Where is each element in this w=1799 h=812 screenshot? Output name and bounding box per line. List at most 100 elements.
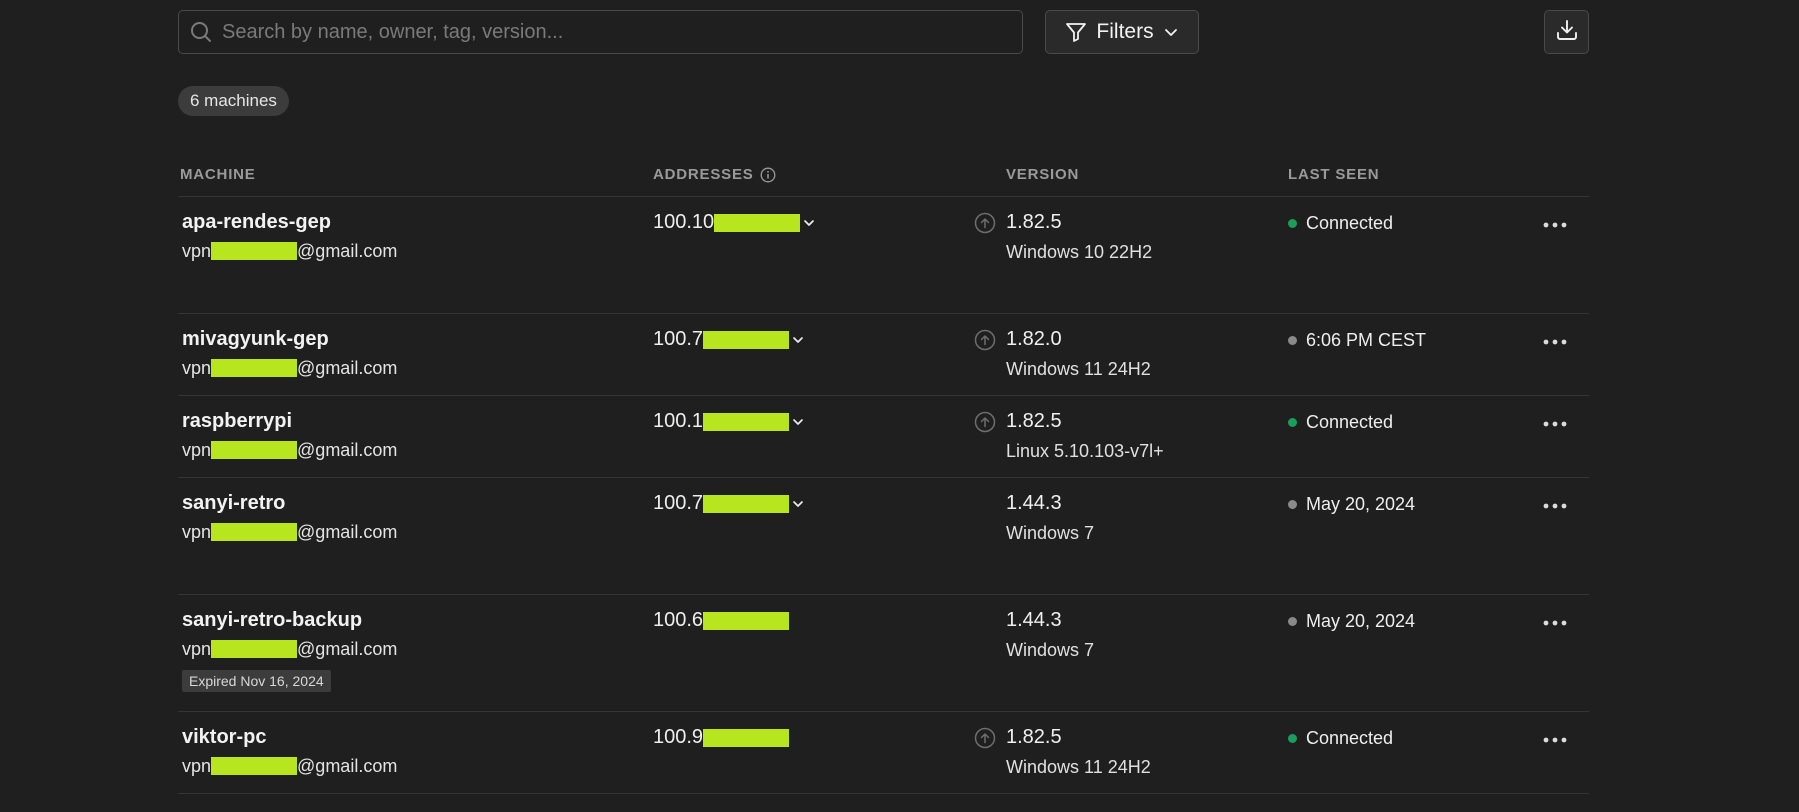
- chevron-down-icon[interactable]: [791, 415, 805, 429]
- machine-address[interactable]: 100.7: [653, 328, 805, 351]
- column-header-last-seen[interactable]: LAST SEEN: [1288, 166, 1379, 183]
- table-row[interactable]: viktor-pc vpn @gmail.com 100.9 1.82.5 Win…: [178, 712, 1589, 794]
- more-options-button[interactable]: [1540, 729, 1570, 749]
- last-seen-text: Connected: [1306, 213, 1394, 233]
- machine-cell: mivagyunk-gep vpn @gmail.com: [182, 328, 397, 379]
- row-menu-cell: [1540, 413, 1570, 433]
- table-row[interactable]: raspberrypi vpn @gmail.com 100.1 1.82.5 L…: [178, 396, 1589, 478]
- export-button[interactable]: [1544, 10, 1589, 54]
- row-menu-cell: [1540, 495, 1570, 515]
- address-prefix: 100.7: [653, 492, 704, 514]
- last-seen-cell: Connected: [1288, 728, 1393, 749]
- table-row[interactable]: sanyi-retro-backup vpn @gmail.com Expired…: [178, 595, 1589, 712]
- update-cell: [974, 329, 996, 356]
- more-options-button[interactable]: [1540, 495, 1570, 515]
- more-horizontal-icon: [1543, 613, 1567, 631]
- owner-suffix: @gmail.com: [297, 522, 398, 542]
- chevron-down-icon[interactable]: [802, 216, 816, 230]
- address-prefix: 100.10: [653, 211, 715, 233]
- column-header-addresses[interactable]: ADDRESSES: [653, 166, 776, 183]
- column-header-machine[interactable]: MACHINE: [180, 166, 256, 183]
- machine-name[interactable]: viktor-pc: [182, 726, 397, 749]
- machine-cell: apa-rendes-gep vpn @gmail.com: [182, 211, 397, 262]
- machine-address[interactable]: 100.9: [653, 726, 790, 749]
- more-options-button[interactable]: [1540, 214, 1570, 234]
- redaction-mark: [703, 611, 790, 630]
- machine-address[interactable]: 100.1: [653, 410, 805, 433]
- update-available-icon[interactable]: [974, 329, 996, 355]
- status-dot: [1288, 734, 1297, 743]
- column-header-version[interactable]: VERSION: [1006, 166, 1079, 183]
- redaction-mark: [211, 757, 298, 775]
- machine-owner: vpn @gmail.com: [182, 358, 397, 379]
- machine-address[interactable]: 100.6: [653, 609, 790, 632]
- update-available-icon[interactable]: [974, 411, 996, 437]
- os-version: Linux 5.10.103-v7l+: [1006, 441, 1164, 461]
- more-horizontal-icon: [1543, 496, 1567, 514]
- row-menu-cell: [1540, 331, 1570, 351]
- machine-address[interactable]: 100.10: [653, 211, 816, 234]
- owner-suffix: @gmail.com: [297, 440, 398, 460]
- os-version: Windows 11 24H2: [1006, 359, 1151, 379]
- update-cell: [974, 212, 996, 239]
- more-options-button[interactable]: [1540, 612, 1570, 632]
- machine-name[interactable]: sanyi-retro-backup: [182, 609, 397, 632]
- machine-name[interactable]: mivagyunk-gep: [182, 328, 397, 351]
- filters-label: Filters: [1096, 20, 1154, 43]
- chevron-down-icon[interactable]: [791, 497, 805, 511]
- machine-count-badge: 6 machines: [178, 86, 289, 116]
- table-row[interactable]: mivagyunk-gep vpn @gmail.com 100.7 1.82.0…: [178, 314, 1589, 396]
- redaction-mark: [703, 412, 790, 431]
- filters-button[interactable]: Filters: [1045, 10, 1199, 54]
- search-box[interactable]: [178, 10, 1023, 54]
- address-cell: 100.1: [653, 410, 805, 433]
- search-icon: [190, 21, 212, 43]
- owner-suffix: @gmail.com: [297, 639, 398, 659]
- table-row[interactable]: sanyi-retro vpn @gmail.com 100.7 1.44.3 W…: [178, 478, 1589, 595]
- owner-suffix: @gmail.com: [297, 241, 398, 261]
- last-seen-text: Connected: [1306, 412, 1394, 432]
- chevron-down-icon: [1163, 24, 1179, 40]
- more-options-button[interactable]: [1540, 413, 1570, 433]
- last-seen-status: Connected: [1288, 728, 1393, 749]
- more-horizontal-icon: [1543, 414, 1567, 432]
- last-seen-cell: May 20, 2024: [1288, 494, 1415, 515]
- version-cell: 1.82.5 Windows 10 22H2: [1006, 211, 1152, 263]
- os-version: Windows 11 24H2: [1006, 757, 1151, 777]
- last-seen-status: May 20, 2024: [1288, 611, 1415, 632]
- last-seen-status: May 20, 2024: [1288, 494, 1415, 515]
- last-seen-cell: Connected: [1288, 412, 1393, 433]
- status-dot: [1288, 219, 1297, 228]
- search-input[interactable]: [220, 19, 1022, 45]
- filter-icon: [1065, 21, 1087, 43]
- machine-cell: raspberrypi vpn @gmail.com: [182, 410, 397, 461]
- status-dot: [1288, 617, 1297, 626]
- owner-prefix: vpn: [182, 241, 212, 261]
- status-dot: [1288, 418, 1297, 427]
- machine-name[interactable]: raspberrypi: [182, 410, 397, 433]
- table-row[interactable]: apa-rendes-gep vpn @gmail.com 100.10 1.82…: [178, 197, 1589, 314]
- row-menu-cell: [1540, 214, 1570, 234]
- info-icon[interactable]: [760, 167, 776, 183]
- address-cell: 100.6: [653, 609, 790, 632]
- last-seen-text: May 20, 2024: [1306, 494, 1416, 514]
- more-options-button[interactable]: [1540, 331, 1570, 351]
- update-available-icon[interactable]: [974, 727, 996, 753]
- client-version: 1.82.5: [1006, 211, 1062, 233]
- machine-name[interactable]: sanyi-retro: [182, 492, 397, 515]
- last-seen-text: Connected: [1306, 728, 1394, 748]
- machine-owner: vpn @gmail.com: [182, 241, 397, 262]
- chevron-down-icon[interactable]: [791, 333, 805, 347]
- update-available-icon[interactable]: [974, 212, 996, 238]
- status-dot: [1288, 336, 1297, 345]
- owner-suffix: @gmail.com: [297, 358, 398, 378]
- redaction-mark: [703, 494, 790, 513]
- last-seen-cell: 6:06 PM CEST: [1288, 330, 1426, 351]
- machines-page: Filters 6 machines MACHINE ADDRESSES VER…: [0, 0, 1799, 812]
- machine-address[interactable]: 100.7: [653, 492, 805, 515]
- machine-name[interactable]: apa-rendes-gep: [182, 211, 397, 234]
- last-seen-cell: May 20, 2024: [1288, 611, 1415, 632]
- last-seen-text: May 20, 2024: [1306, 611, 1416, 631]
- client-version: 1.44.3: [1006, 609, 1062, 631]
- version-cell: 1.82.5 Linux 5.10.103-v7l+: [1006, 410, 1164, 462]
